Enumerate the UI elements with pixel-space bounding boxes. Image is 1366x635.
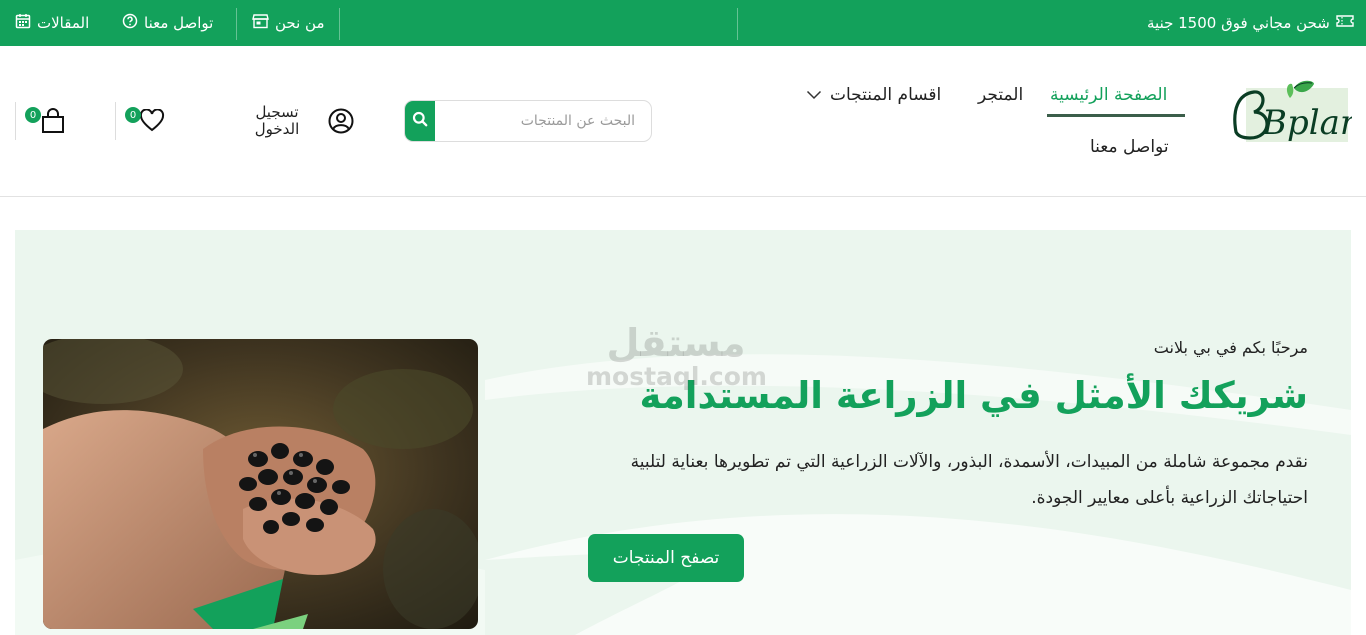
wishlist-button[interactable]	[139, 108, 165, 133]
chevron-down-icon	[806, 85, 822, 105]
account-button[interactable]	[328, 108, 354, 134]
logo-text: Bplant	[1261, 103, 1352, 142]
nav-home[interactable]: الصفحة الرئيسية	[1050, 85, 1167, 105]
nav-categories[interactable]: اقسام المنتجات	[806, 85, 941, 105]
heart-icon	[139, 108, 165, 137]
wishlist-count-badge: 0	[125, 107, 141, 123]
nav-shop[interactable]: المتجر	[978, 85, 1023, 105]
divider	[236, 8, 237, 40]
nav-categories-label: اقسام المنتجات	[830, 85, 942, 105]
divider	[339, 8, 340, 40]
hero-headline: شريكك الأمثل في الزراعة المستدامة	[639, 374, 1308, 417]
browse-products-button[interactable]: تصفح المنتجات	[588, 534, 744, 582]
contact-label: تواصل معنا	[144, 14, 214, 32]
search-box	[404, 100, 652, 142]
search-button[interactable]	[405, 101, 435, 141]
about-label: من نحن	[275, 14, 325, 32]
articles-label: المقالات	[37, 14, 90, 32]
hands-holding-seeds-image	[43, 339, 478, 629]
login-link[interactable]: تسجيل الدخول	[246, 104, 308, 138]
store-icon	[252, 13, 269, 33]
ticket-icon	[1336, 14, 1354, 32]
contact-link[interactable]: تواصل معنا	[122, 0, 213, 46]
hero-welcome-text: مرحبًا بكم في بي بلانت	[1153, 338, 1308, 357]
divider	[15, 102, 16, 140]
bplant-logo[interactable]: Bplant	[1228, 80, 1366, 143]
calendar-icon	[15, 13, 31, 33]
help-circle-icon	[122, 13, 138, 33]
user-circle-icon	[328, 108, 354, 138]
shopping-bag-icon	[40, 108, 66, 138]
divider	[115, 102, 116, 140]
shipping-notice: شحن مجاني فوق 1500 جنية	[1147, 0, 1354, 46]
cart-button[interactable]	[40, 108, 66, 134]
nav-contact[interactable]: تواصل معنا	[1090, 137, 1169, 157]
top-bar: المقالات تواصل معنا من نحن شحن مجاني فوق…	[0, 0, 1366, 46]
shipping-label: شحن مجاني فوق 1500 جنية	[1147, 14, 1330, 32]
divider	[737, 8, 738, 40]
articles-link[interactable]: المقالات	[15, 0, 89, 46]
cart-count-badge: 0	[25, 107, 41, 123]
hero-section: مرحبًا بكم في بي بلانت شريكك الأمثل في ا…	[15, 230, 1351, 635]
nav-active-indicator	[1047, 114, 1185, 117]
about-link[interactable]: من نحن	[252, 0, 325, 46]
header: Bplant الصفحة الرئيسية المتجر اقسام المن…	[0, 46, 1366, 197]
search-icon	[412, 111, 428, 131]
search-input[interactable]	[435, 101, 651, 141]
hero-description: نقدم مجموعة شاملة من المبيدات، الأسمدة، …	[630, 452, 1308, 508]
